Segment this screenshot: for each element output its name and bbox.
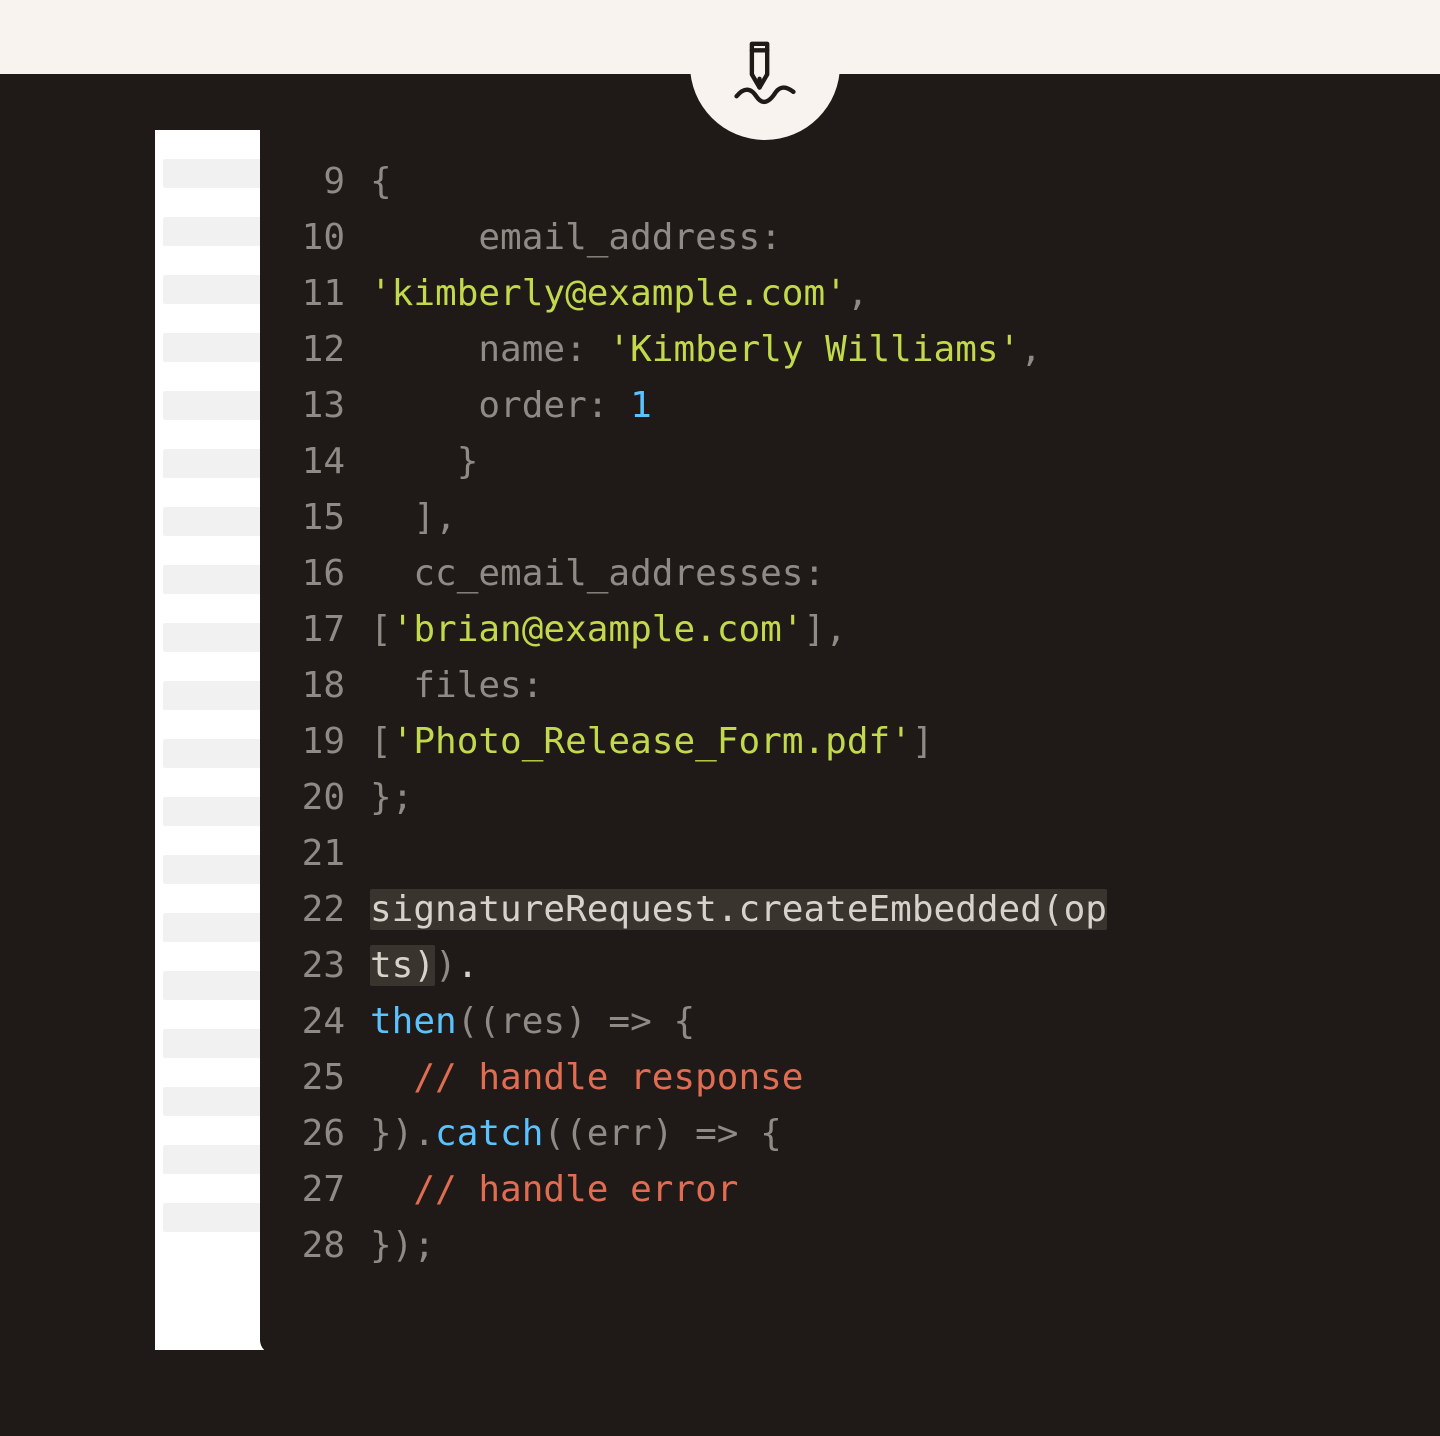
doc-line [163,681,267,710]
doc-line [163,971,267,1000]
doc-line [163,1145,267,1174]
doc-line [163,449,267,478]
doc-line [163,797,267,826]
doc-line [163,565,267,594]
doc-line [163,391,267,420]
document-preview-strip [155,130,275,1350]
doc-line [163,159,267,188]
code-lines[interactable]: { email_address:'kimberly@example.com', … [370,154,1107,1274]
doc-line [163,739,267,768]
doc-line [163,333,267,362]
line-number-gutter: 910111213141516171819202122232425262728 [290,154,345,1274]
doc-line [163,1087,267,1116]
doc-line [163,275,267,304]
doc-line [163,507,267,536]
doc-line [163,217,267,246]
doc-line [163,855,267,884]
code-editor[interactable]: 910111213141516171819202122232425262728 … [260,74,1435,1354]
doc-line [163,623,267,652]
doc-line [163,1029,267,1058]
code-block: 910111213141516171819202122232425262728 … [290,154,1107,1274]
doc-line [163,913,267,942]
doc-line [163,1203,267,1232]
